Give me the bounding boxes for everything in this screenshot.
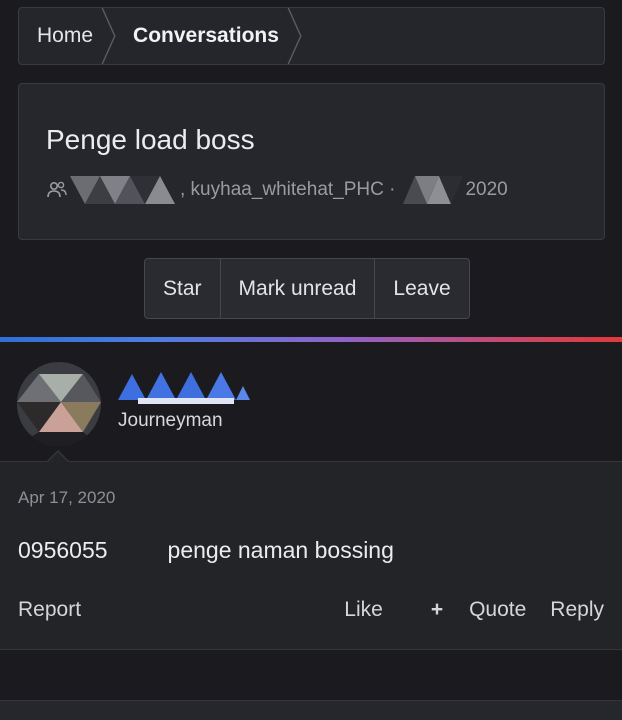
plus-icon: +	[430, 598, 444, 621]
redacted-participant	[70, 176, 175, 204]
breadcrumb-conversations[interactable]: Conversations	[115, 8, 302, 64]
like-link[interactable]: Like	[344, 598, 383, 622]
message-text: 0956055 penge naman bossing	[18, 537, 394, 564]
breadcrumb-conversations-label: Conversations	[133, 24, 279, 47]
mark-unread-button[interactable]: Mark unread	[221, 259, 376, 318]
message-text-start: 0956055	[18, 537, 108, 563]
redacted-number	[108, 537, 168, 564]
users-icon	[47, 181, 67, 198]
message-date[interactable]: Apr 17, 2020	[18, 488, 115, 508]
bottom-panel	[0, 700, 622, 720]
breadcrumb: Home Conversations	[18, 7, 605, 65]
message-text-end: penge naman bossing	[167, 537, 394, 563]
avatar-image	[17, 362, 101, 446]
redacted-username	[118, 372, 250, 404]
conversation-meta: , kuyhaa_whitehat_PHC · 2020	[46, 176, 508, 204]
user-title: Journeyman	[118, 410, 223, 431]
reply-link[interactable]: Reply	[550, 598, 604, 622]
quote-link[interactable]: + Quote	[407, 598, 526, 622]
message-actions-right: Like + Quote Reply	[320, 598, 604, 622]
message-post: Apr 17, 2020 0956055 penge naman bossing…	[0, 450, 622, 650]
breadcrumb-home-label: Home	[37, 24, 94, 47]
breadcrumb-home[interactable]: Home	[19, 8, 116, 64]
message-actions: Report Like + Quote Reply	[18, 598, 604, 622]
conversation-year: 2020	[465, 179, 508, 200]
conversation-actions: Star Mark unread Leave	[144, 258, 470, 319]
accent-divider	[0, 337, 622, 342]
leave-button[interactable]: Leave	[375, 259, 468, 318]
redacted-date	[403, 176, 464, 204]
report-link[interactable]: Report	[18, 598, 81, 622]
star-button[interactable]: Star	[145, 259, 221, 318]
quote-label: Quote	[469, 598, 527, 621]
avatar[interactable]	[17, 362, 101, 446]
page-title: Penge load boss	[46, 124, 255, 155]
participants-text: , kuyhaa_whitehat_PHC ·	[180, 179, 396, 200]
conversation-header: Penge load boss , kuyhaa_whitehat_PHC · …	[18, 83, 605, 240]
chevron-right-icon	[287, 8, 302, 64]
